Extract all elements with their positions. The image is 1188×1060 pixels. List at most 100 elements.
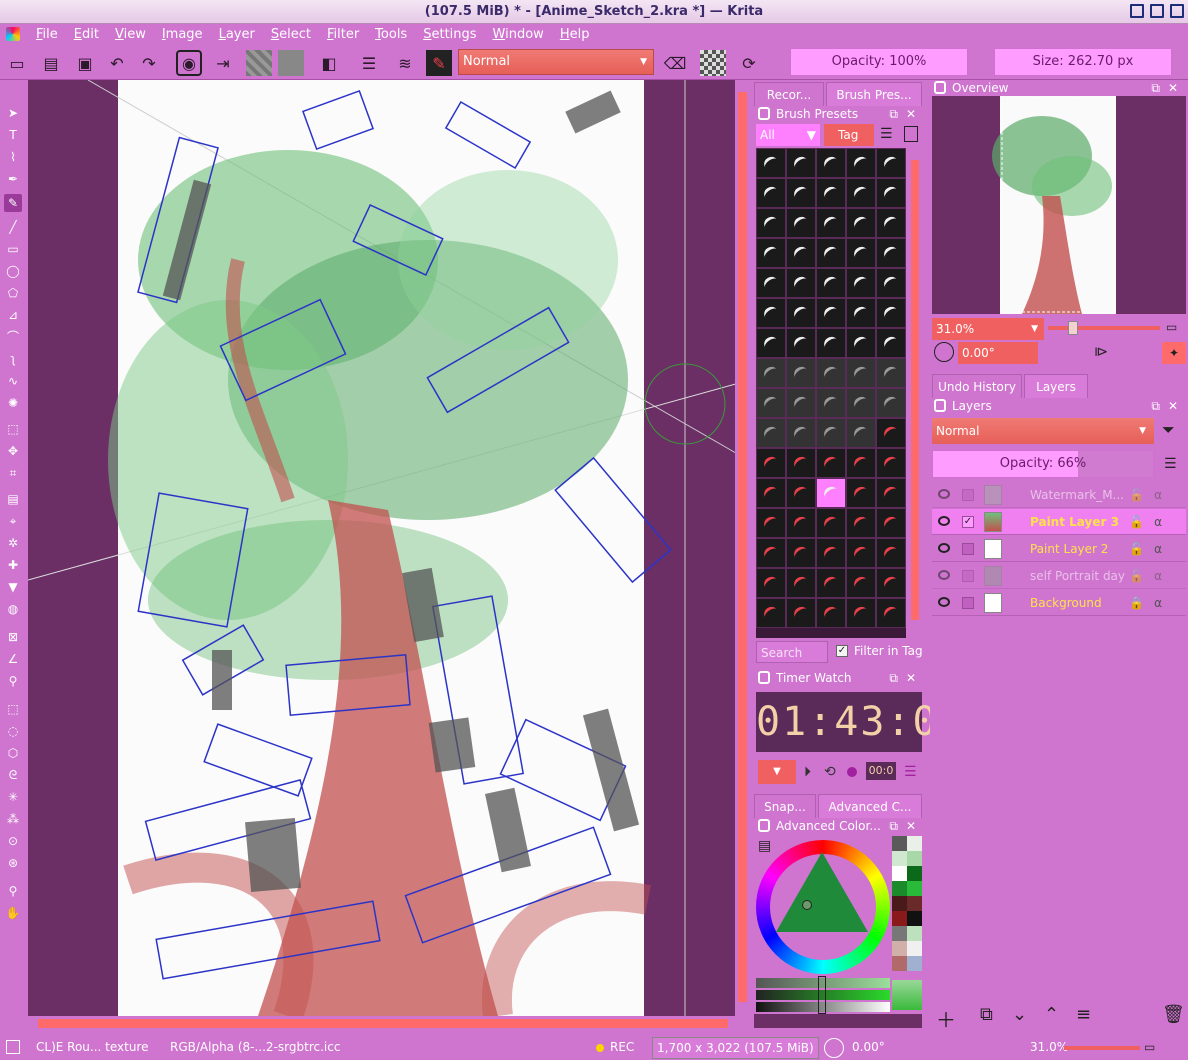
float-icon[interactable]: ⧉: [889, 668, 898, 688]
record-icon[interactable]: ◉: [176, 50, 202, 76]
tab-recorder[interactable]: Recor...: [754, 82, 824, 106]
layer-row[interactable]: Watermark_M... 🔓 α: [932, 482, 1186, 508]
layer-checkbox[interactable]: [962, 543, 974, 555]
maximize-icon[interactable]: [1150, 4, 1164, 18]
swatch[interactable]: [907, 866, 922, 881]
line-tool-icon[interactable]: ╱: [4, 218, 22, 236]
color-swap-icon[interactable]: ◧: [316, 50, 342, 76]
rect-select-icon[interactable]: ⬚: [4, 700, 22, 718]
overview-zoom-slider[interactable]: [1048, 321, 1160, 335]
lock-icon[interactable]: 🔒: [1129, 596, 1144, 610]
alpha-icon[interactable]: α: [1154, 569, 1162, 583]
list-view-icon[interactable]: ☰: [880, 126, 893, 142]
swatch[interactable]: [907, 956, 922, 971]
brush-preset-grid[interactable]: [756, 148, 906, 638]
move-layer-down-icon[interactable]: ⌄: [1012, 1004, 1027, 1025]
tab-brush-presets[interactable]: Brush Pres...: [826, 82, 922, 106]
magnetic-select-icon[interactable]: ⊛: [4, 854, 22, 872]
close-icon[interactable]: ✕: [906, 104, 916, 124]
fit-view-icon[interactable]: ▭: [1166, 320, 1177, 334]
color-history-bar[interactable]: [754, 1014, 922, 1028]
move-layer-up-icon[interactable]: ⌃: [1044, 1004, 1059, 1025]
menu-filter[interactable]: Filter: [319, 27, 367, 42]
bezier-select-icon[interactable]: ⊙: [4, 832, 22, 850]
menu-edit[interactable]: Edit: [66, 27, 107, 42]
eye-icon[interactable]: [938, 570, 950, 580]
overview-thumbnail[interactable]: [932, 96, 1186, 314]
lock-icon[interactable]: [758, 107, 770, 120]
preset-scrollbar[interactable]: [908, 148, 922, 638]
menu-select[interactable]: Select: [263, 27, 319, 42]
layer-row[interactable]: Background 🔒 α: [932, 590, 1186, 616]
brush-settings-icon[interactable]: ≋: [392, 50, 418, 76]
tab-advanced-color[interactable]: Advanced C...: [818, 794, 922, 818]
preset-menu-icon[interactable]: [904, 126, 918, 142]
open-document-icon[interactable]: ▤: [38, 50, 64, 76]
layer-properties-icon[interactable]: ≡: [1076, 1004, 1091, 1025]
eye-icon[interactable]: [938, 516, 950, 526]
swatch[interactable]: [892, 911, 907, 926]
new-document-icon[interactable]: ▭: [4, 50, 30, 76]
duplicate-layer-icon[interactable]: ⧉: [980, 1004, 993, 1025]
overview-zoom-select[interactable]: 31.0% ▼: [932, 318, 1044, 340]
layer-checkbox[interactable]: [962, 597, 974, 609]
swatch[interactable]: [907, 911, 922, 926]
status-rec[interactable]: REC: [610, 1040, 634, 1054]
swatch[interactable]: [892, 980, 922, 1010]
menu-settings[interactable]: Settings: [415, 27, 484, 42]
eye-icon[interactable]: [938, 489, 950, 499]
pattern-icon[interactable]: [278, 50, 304, 76]
eye-icon[interactable]: [938, 543, 950, 553]
swatch[interactable]: [892, 926, 907, 941]
layer-row[interactable]: self Portrait day 🔓 α: [932, 563, 1186, 589]
menu-view[interactable]: View: [107, 27, 154, 42]
close-icon[interactable]: ✕: [1168, 396, 1178, 416]
lock-icon[interactable]: [758, 819, 770, 832]
minimize-icon[interactable]: [1130, 4, 1144, 18]
smart-patch-icon[interactable]: ✚: [4, 556, 22, 574]
menu-tools[interactable]: Tools: [367, 27, 415, 42]
size-slider[interactable]: Size: 262.70 px: [994, 48, 1172, 76]
swatch[interactable]: [892, 941, 907, 956]
lock-icon[interactable]: [934, 81, 946, 94]
lock-icon[interactable]: 🔓: [1129, 569, 1144, 583]
close-icon[interactable]: [1170, 4, 1184, 18]
color-slider-handle[interactable]: [818, 976, 826, 1014]
tab-undo-history[interactable]: Undo History: [932, 374, 1022, 398]
canvas-horizontal-scrollbar[interactable]: [28, 1016, 750, 1030]
gradient-tool-icon[interactable]: ▤: [4, 490, 22, 508]
export-icon[interactable]: ⇥: [210, 50, 236, 76]
swatch[interactable]: [907, 836, 922, 851]
menu-image[interactable]: Image: [154, 27, 211, 42]
swatch[interactable]: [892, 896, 907, 911]
record-dot-icon[interactable]: [847, 767, 857, 777]
swatch[interactable]: [907, 851, 922, 866]
overview-rotation-input[interactable]: 0.00°: [958, 342, 1038, 364]
filter-icon[interactable]: ⏷: [1162, 420, 1175, 440]
pan-tool-icon[interactable]: ✋: [4, 904, 22, 922]
tab-snap[interactable]: Snap...: [754, 794, 816, 818]
timer-options-icon[interactable]: ☰: [904, 764, 917, 780]
lock-icon[interactable]: [758, 671, 770, 684]
color-triangle[interactable]: [776, 852, 868, 932]
swatch[interactable]: [892, 866, 907, 881]
ellipse-tool-icon[interactable]: ◯: [4, 262, 22, 280]
status-zoom[interactable]: 31.0%: [1030, 1040, 1068, 1054]
calligraphy-icon[interactable]: ✒: [4, 170, 22, 188]
swatch[interactable]: [907, 896, 922, 911]
close-icon[interactable]: ✕: [1168, 78, 1178, 98]
multibrush-icon[interactable]: ✺: [4, 394, 22, 412]
alpha-lock-icon[interactable]: [700, 50, 726, 76]
add-layer-icon[interactable]: ＋: [936, 1004, 956, 1033]
alpha-icon[interactable]: α: [1154, 542, 1162, 556]
rectangle-tool-icon[interactable]: ▭: [4, 240, 22, 258]
color-picker-handle[interactable]: [802, 900, 812, 910]
swatch[interactable]: [892, 851, 907, 866]
overview-panel[interactable]: [932, 96, 1186, 314]
swatch[interactable]: [907, 941, 922, 956]
freehand-select-icon[interactable]: ᘓ: [4, 766, 22, 784]
close-icon[interactable]: ✕: [906, 816, 916, 836]
float-icon[interactable]: ⧉: [1151, 78, 1160, 98]
menu-layer[interactable]: Layer: [211, 27, 263, 42]
alpha-icon[interactable]: α: [1154, 596, 1162, 610]
